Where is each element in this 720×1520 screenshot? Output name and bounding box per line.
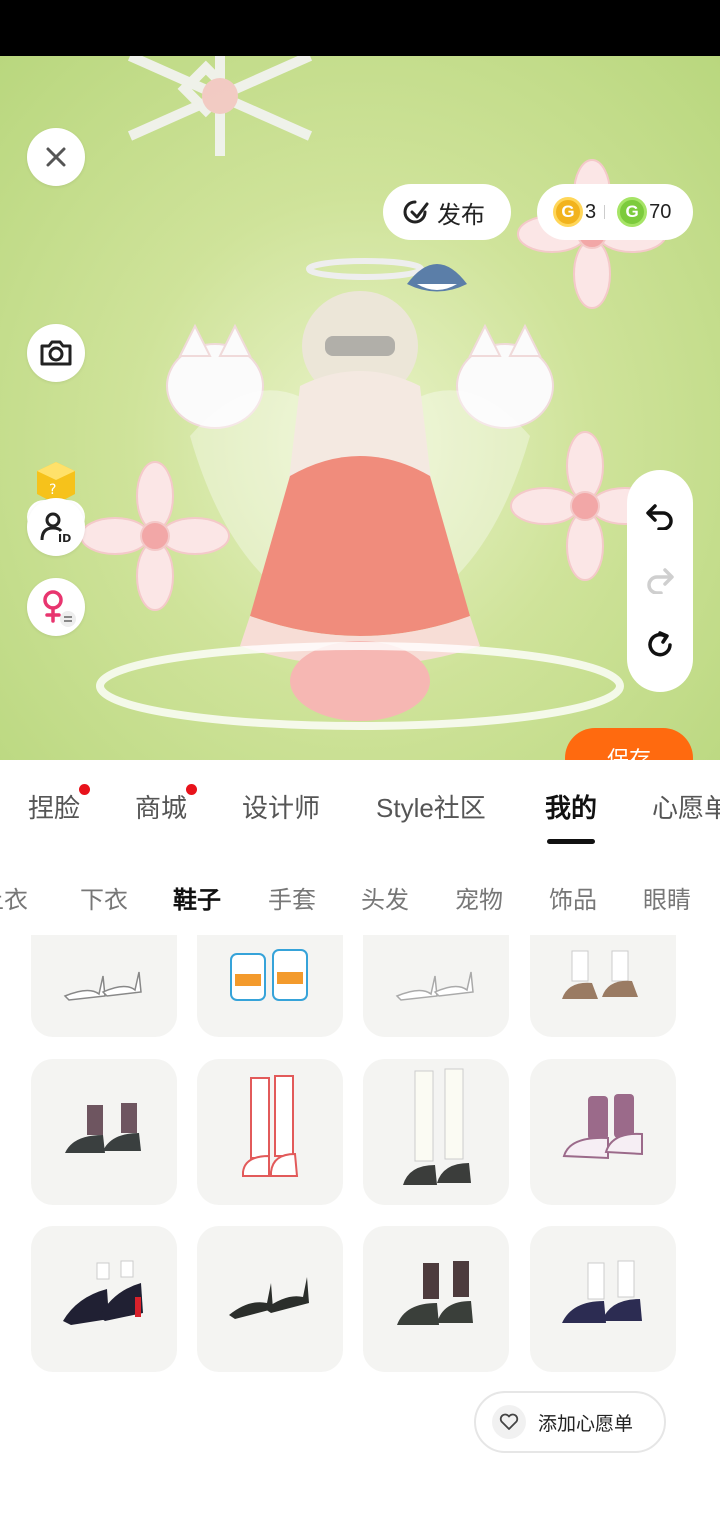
- item-black-pumps[interactable]: [197, 1226, 343, 1372]
- close-button[interactable]: [27, 128, 85, 186]
- category-shoes[interactable]: 鞋子: [173, 880, 221, 915]
- tab-mine[interactable]: 我的: [545, 788, 597, 825]
- history-panel: [627, 470, 693, 692]
- category-accessories[interactable]: 饰品: [549, 880, 597, 915]
- add-to-wishlist-button[interactable]: 添加心愿单: [474, 1391, 666, 1453]
- tab-wishlist[interactable]: 心愿单: [652, 788, 720, 825]
- item-brown-loafers[interactable]: [530, 935, 676, 1037]
- category-eyes[interactable]: 眼睛: [643, 880, 691, 915]
- publish-icon: [403, 200, 429, 224]
- shoe-icon: [63, 1260, 143, 1325]
- shoe-icon: [229, 1277, 309, 1319]
- redo-icon[interactable]: [645, 566, 675, 594]
- add-to-wishlist-label: 添加心愿单: [538, 1413, 634, 1435]
- shoe-icon: [403, 1068, 471, 1185]
- item-grid: [0, 935, 720, 1385]
- category-gloves[interactable]: 手套: [268, 880, 316, 915]
- user-id-icon: ID: [40, 512, 71, 544]
- category-tops[interactable]: 上衣: [0, 880, 28, 915]
- notification-badge: [186, 784, 198, 795]
- camera-icon: [40, 340, 72, 366]
- publish-button[interactable]: 发布: [383, 184, 511, 240]
- category-bottoms[interactable]: 下衣: [80, 880, 128, 915]
- halo: [306, 258, 424, 280]
- green-coin-icon: G: [617, 197, 648, 227]
- item-white-red-boots[interactable]: [197, 1059, 343, 1205]
- gold-coin-count: 3: [585, 200, 597, 223]
- shoe-icon: [562, 1260, 642, 1323]
- item-dark-loafers[interactable]: [363, 1226, 509, 1372]
- item-purple-high-top-sneakers[interactable]: [530, 1059, 676, 1205]
- undo-icon[interactable]: [645, 502, 675, 530]
- shoe-icon: [230, 949, 308, 1001]
- item-navy-mary-janes[interactable]: [530, 1226, 676, 1372]
- camera-button[interactable]: [27, 324, 85, 382]
- item-white-heels[interactable]: [31, 935, 177, 1037]
- shoe-icon: [242, 1075, 299, 1177]
- status-bar: [0, 0, 720, 56]
- currency-panel[interactable]: G 3 G 70: [537, 184, 693, 240]
- tab-mall[interactable]: 商城: [135, 784, 198, 825]
- tab-style-community[interactable]: Style社区: [376, 788, 486, 825]
- item-white-stockings-loafers[interactable]: [363, 1059, 509, 1205]
- shoe-icon: [63, 971, 142, 1001]
- shoe-icon: [562, 1094, 643, 1160]
- shoe-icon: [397, 1261, 473, 1325]
- snowflake-decoration: [127, 56, 313, 156]
- shoe-icon: [562, 950, 638, 999]
- heart-icon: [492, 1405, 526, 1439]
- item-dark-loafers-socks[interactable]: [31, 1059, 177, 1205]
- tab-mall-label: 商城: [135, 793, 188, 823]
- category-pets[interactable]: 宠物: [455, 880, 503, 915]
- reset-icon[interactable]: [645, 630, 675, 660]
- tab-face[interactable]: 捏脸: [28, 784, 91, 825]
- tab-face-label: 捏脸: [28, 793, 81, 823]
- shoe-icon: [395, 971, 474, 1001]
- avatar-id-button[interactable]: ID: [27, 498, 85, 556]
- tab-active-indicator: [547, 839, 595, 844]
- item-white-heels-2[interactable]: [363, 935, 509, 1037]
- shoe-icon: [65, 1103, 141, 1153]
- save-button[interactable]: 保存: [565, 728, 693, 760]
- avatar-scene[interactable]: 发布 G 3 G 70 ? 盲盒 ID: [0, 56, 720, 760]
- gender-switch-button[interactable]: [27, 578, 85, 636]
- main-tabs: 捏脸 商城 设计师 Style社区 我的 心愿单: [0, 776, 720, 844]
- category-tabs: 上衣 下衣 鞋子 手套 头发 宠物 饰品 眼睛: [0, 866, 720, 922]
- currency-divider: [604, 205, 606, 219]
- avatar-scene-art: [80, 56, 667, 730]
- gold-coin-icon: G: [553, 197, 583, 227]
- female-gender-icon: [43, 590, 76, 627]
- close-icon: [46, 147, 66, 167]
- item-orange-blue-sneakers[interactable]: [197, 935, 343, 1037]
- notification-badge: [79, 784, 91, 795]
- category-hair[interactable]: 头发: [361, 880, 409, 915]
- publish-label: 发布: [437, 201, 485, 229]
- tab-designer[interactable]: 设计师: [242, 788, 320, 825]
- svg-text:?: ?: [49, 482, 56, 498]
- green-coin-count: 70: [649, 200, 672, 223]
- item-black-red-mary-janes[interactable]: [31, 1226, 177, 1372]
- svg-text:ID: ID: [58, 532, 71, 544]
